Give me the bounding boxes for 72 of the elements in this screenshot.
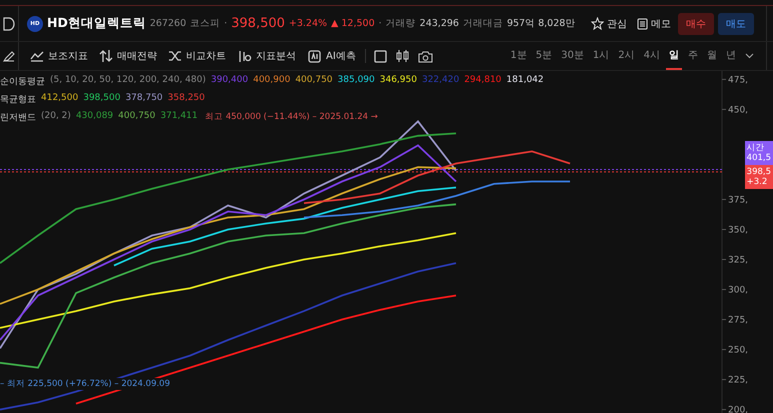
period-tab[interactable]: 1시 [590,42,612,70]
memo-button[interactable]: 메모 [634,16,674,30]
indicator-value: 346,950 [380,75,417,87]
indicator-value: 385,090 [338,75,375,87]
indicator-value: 400,750 [118,111,156,123]
price-badge: 398,5 +3.2 [744,165,773,189]
indicator-name: 린저밴드 [0,112,36,124]
change-percent: +3.24% [288,18,328,29]
indicator-value: 294,810 [464,75,502,87]
watchlist-button[interactable]: 관심 [588,16,630,30]
clipboard-icon [637,17,648,30]
period-tab[interactable]: 4시 [640,42,663,70]
indicator-value: 400,900 [253,75,290,87]
y-axis-label: 250, [728,346,748,356]
y-axis-label: 225, [728,376,748,386]
up-down-arrows-icon [99,49,113,63]
y-axis-label: 375, [728,195,748,206]
y-axis-label: 325, [728,256,748,266]
amount-value: 957억 8,028만 [506,17,576,30]
indicator-name: 순이동평균 [0,76,45,88]
indicator-value: 400,750 [295,75,333,87]
period-tab[interactable]: 주 [685,42,701,70]
period-tab[interactable]: 5분 [532,42,556,70]
indicator-value: 371,411 [160,111,198,123]
y-axis-label: 475, [728,75,748,86]
period-tab[interactable]: 2시 [615,42,638,70]
toolbar-button[interactable]: 보조지표 [26,49,92,63]
change-amount: ▲ 12,500 [331,18,375,29]
y-axis-label: 350, [728,226,748,236]
panel-icon[interactable] [3,16,15,30]
line-chart-icon [30,50,44,62]
amount-label: 거래대금 [462,17,503,30]
separator-dot: · [224,18,228,29]
low-price-annotation: – 최저 225,500 (+76.72%) – 2024.09.09 [0,378,170,390]
chip-icon [307,48,322,64]
toolbar-button[interactable]: 매매전략 [95,49,161,63]
indicator-value: 390,400 [210,75,248,87]
period-tab[interactable]: 일 [666,42,682,70]
indicator-value: 358,250 [168,93,205,105]
indicator-value: 398,500 [83,93,120,105]
volume-label: 거래량 [386,17,416,30]
star-icon [591,17,604,30]
volume-value: 243,296 [420,18,459,29]
indicator-value: 412,500 [41,93,78,105]
indicator-value: 181,042 [506,75,544,87]
period-tab[interactable]: 1분 [507,42,530,70]
current-price: 398,500 [231,16,285,31]
y-axis-label: 450, [728,105,748,116]
market-name: 코스피 [190,17,220,30]
period-tab[interactable]: 월 [704,42,720,70]
indicator-name: 목균형표 [0,94,36,106]
stock-name: HD현대일렉트릭 [47,15,146,32]
indicator-params: (20, 2) [41,111,71,123]
buy-button[interactable]: 매수 [678,12,714,34]
pen-icon[interactable] [3,50,15,62]
toolbar-button[interactable]: AI예측 [303,48,360,64]
period-tab[interactable]: 30분 [558,42,587,70]
stock-code: 267260 [150,18,186,29]
indicator-value: 378,750 [125,93,163,105]
indicator-value: 430,089 [76,111,114,123]
shuffle-icon [168,50,182,62]
toolbar-button[interactable]: 지표분석 [233,49,300,63]
period-tab[interactable]: 년 [723,42,739,70]
toolbar-button[interactable]: 비교차트 [164,49,230,63]
indicator-value: 322,420 [422,75,460,87]
separator-dot: · [378,18,382,29]
y-axis-label: 275, [728,316,748,326]
high-price-annotation: 최고 450,000 (−11.44%) – 2025.01.24 → [205,111,378,123]
y-axis-label: 300, [728,286,748,296]
sell-button[interactable]: 매도 [718,12,754,34]
price-badge: 시간 401,5 [744,141,773,165]
indicator-params: (5, 10, 20, 50, 120, 200, 240, 480) [50,75,206,87]
